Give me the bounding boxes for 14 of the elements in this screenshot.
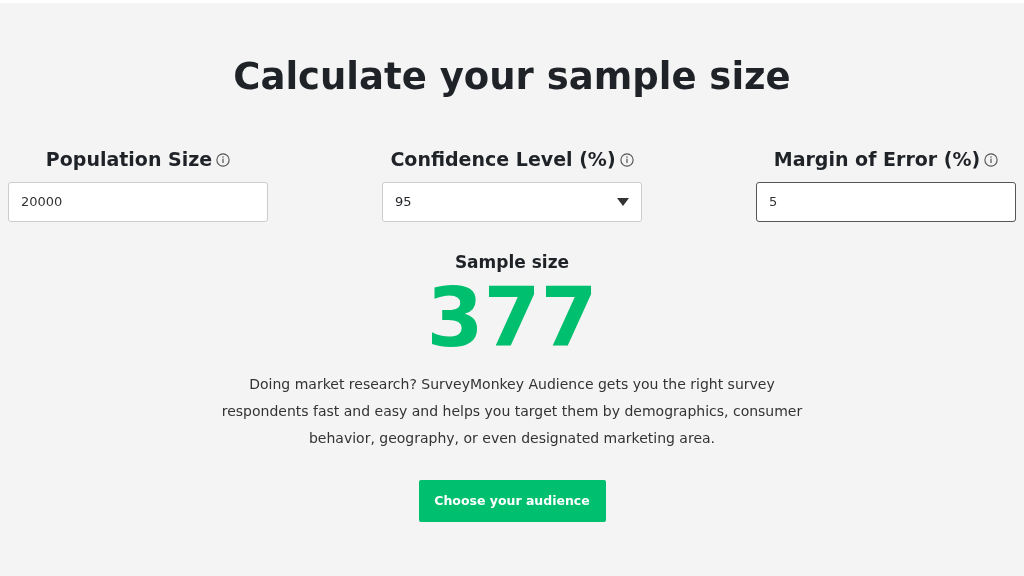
info-icon[interactable] (216, 152, 231, 167)
select-field[interactable]: 95 (382, 181, 642, 222)
dropdown-caret-icon (617, 197, 629, 206)
field-label: Population Size (45, 147, 213, 173)
result-label: Sample size (453, 250, 571, 274)
result-value: 377 (425, 277, 599, 360)
input-field[interactable]: 5 (756, 181, 1016, 222)
field-label: Margin of Error (%) (773, 147, 981, 173)
input-field[interactable]: 20000 (8, 181, 268, 222)
info-icon[interactable] (619, 152, 634, 167)
field-label: Confidence Level (%) (390, 147, 616, 173)
page-title: Calculate your sample size (232, 55, 792, 100)
info-icon[interactable] (984, 152, 999, 167)
description: Doing market research? SurveyMonkey Audience gets you the right survey respondents fast and easy and helps you target them by demographics, consumer behavior, geography, or even designated marketing area. (220, 375, 804, 449)
